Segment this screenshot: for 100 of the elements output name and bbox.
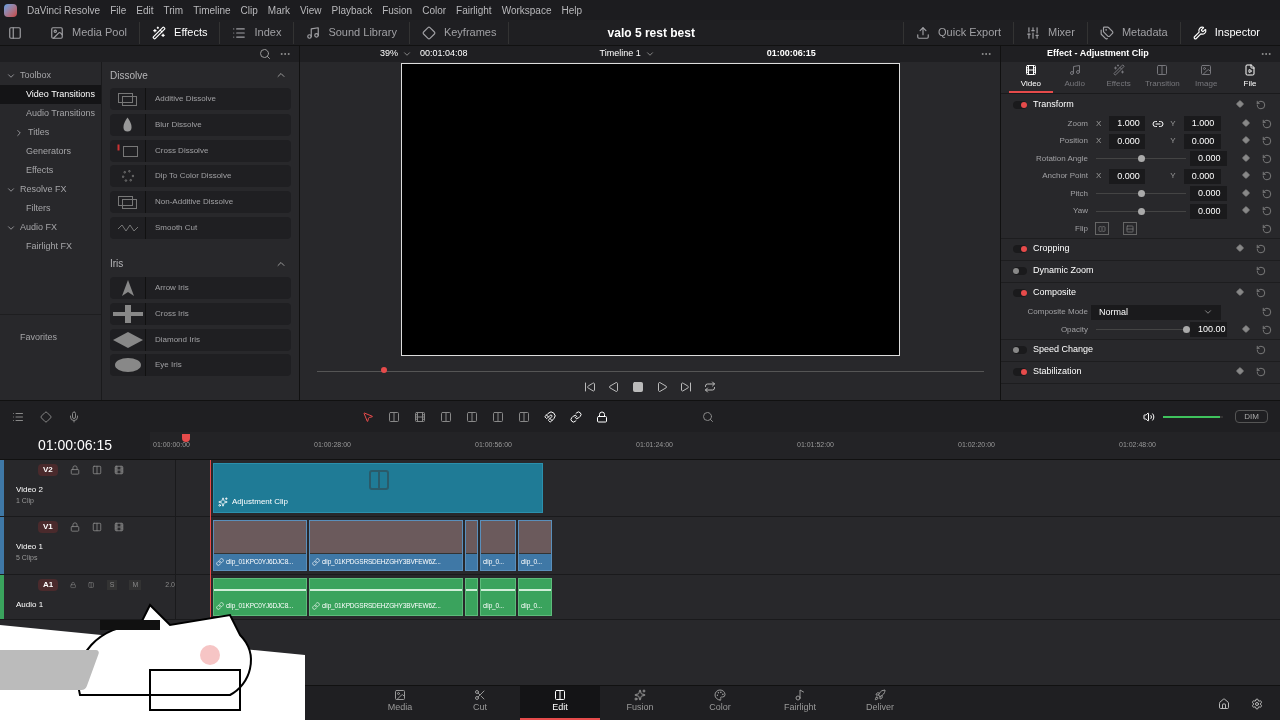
reset-icon[interactable] [1262, 136, 1272, 147]
page-tab[interactable]: Deliver [840, 686, 920, 720]
reset-icon[interactable] [1262, 118, 1272, 129]
menu-item[interactable]: Help [561, 2, 583, 18]
keyframe-icon[interactable] [1242, 324, 1250, 333]
tree-item[interactable]: Generators [0, 142, 101, 161]
toolbar-button[interactable]: Sound Library [294, 21, 410, 44]
toolbar-button[interactable]: Media Pool [38, 21, 141, 44]
timeline-name[interactable]: Timeline 1 [599, 47, 641, 61]
page-tab[interactable]: Fairlight [760, 686, 840, 720]
flip-horizontal-button[interactable] [1095, 222, 1109, 236]
pointer-icon[interactable] [362, 410, 374, 423]
dropdown-caret-icon[interactable] [644, 49, 655, 59]
section-title[interactable]: Stabilization [1033, 365, 1082, 379]
reset-icon[interactable] [1262, 188, 1272, 199]
toolbar-button[interactable]: Index [220, 21, 295, 44]
dim-button[interactable]: DIM [1235, 410, 1268, 423]
zoom-level[interactable]: 39% [380, 47, 398, 61]
toolbar-button[interactable]: Inspector [1179, 21, 1272, 44]
tree-item[interactable]: Resolve FX [0, 180, 101, 199]
transition-item[interactable]: Cross Iris [110, 302, 291, 325]
keyframe-icon[interactable] [1236, 99, 1244, 108]
reset-icon[interactable] [1262, 324, 1272, 335]
page-tab[interactable]: Color [680, 686, 760, 720]
transition-item[interactable]: Non-Additive Dissolve [110, 191, 291, 214]
x-field[interactable]: 0.000 [1109, 168, 1146, 184]
toolbar-button[interactable]: Mixer [1013, 21, 1087, 44]
page-tab[interactable]: Fusion [600, 686, 680, 720]
dropdown-caret-icon[interactable] [402, 49, 412, 59]
auto-select-icon[interactable] [91, 465, 102, 475]
auto-select-icon[interactable] [88, 580, 95, 590]
film-icon[interactable] [113, 465, 124, 475]
settings-icon[interactable] [1251, 698, 1263, 710]
transition-item[interactable]: Arrow Iris [110, 277, 291, 299]
search-icon[interactable] [259, 48, 271, 60]
volume-slider[interactable] [1163, 415, 1224, 418]
tree-item[interactable]: Toolbox [0, 66, 101, 85]
adjustment-clip[interactable]: Adjustment Clip [213, 463, 543, 513]
menu-item[interactable]: View [300, 2, 322, 18]
tree-item[interactable]: Filters [0, 199, 101, 218]
inspector-tab[interactable]: Video [1009, 62, 1053, 93]
go-to-start-icon[interactable] [584, 381, 596, 393]
page-tab[interactable]: Media [360, 686, 440, 720]
reset-icon[interactable] [1256, 288, 1266, 298]
transition-item[interactable]: Dip To Color Dissolve [110, 165, 291, 188]
microphone-icon[interactable] [68, 410, 80, 423]
section-title[interactable]: Composite [1033, 286, 1077, 300]
reset-icon[interactable] [1262, 206, 1272, 217]
toolbar-button[interactable]: Metadata [1086, 21, 1180, 44]
menu-item[interactable]: Clip [240, 2, 258, 18]
reset-icon[interactable] [1256, 266, 1266, 276]
section-toggle[interactable] [1013, 346, 1027, 354]
inspector-tab[interactable]: File [1228, 62, 1272, 93]
section-title[interactable]: Dynamic Zoom [1033, 264, 1094, 278]
keyframe-icon[interactable] [1236, 288, 1244, 296]
tree-item[interactable]: Audio Transitions [0, 104, 101, 123]
reset-icon[interactable] [1256, 345, 1266, 355]
transition-item[interactable]: Cross Dissolve [110, 139, 291, 162]
panel-toggle-icon[interactable] [8, 25, 22, 40]
home-icon[interactable] [1218, 698, 1230, 710]
transition-item[interactable]: Additive Dissolve [110, 88, 291, 110]
section-toggle[interactable] [1013, 267, 1027, 275]
list-icon[interactable] [12, 410, 24, 423]
section-title[interactable]: Transform [1033, 97, 1074, 112]
menu-item[interactable]: Fairlight [456, 2, 492, 18]
y-field[interactable]: 0.000 [1183, 168, 1221, 184]
zoom-icon[interactable] [702, 410, 714, 423]
volume-icon[interactable] [1143, 410, 1156, 423]
columns-icon[interactable] [466, 410, 478, 423]
tree-item[interactable]: Video Transitions [0, 85, 101, 104]
track-id-badge[interactable]: A1 [38, 579, 59, 591]
favorites-label[interactable]: Favorites [20, 332, 57, 342]
menu-item[interactable]: Timeline [193, 2, 231, 18]
transition-item[interactable]: Smooth Cut [110, 217, 291, 239]
reset-icon[interactable] [1262, 171, 1272, 182]
go-to-end-icon[interactable] [680, 381, 692, 393]
toolbar-button[interactable]: Quick Export [903, 21, 1013, 44]
tree-item[interactable]: Audio FX [0, 218, 101, 237]
play-reverse-icon[interactable] [608, 381, 620, 393]
reset-icon[interactable] [1256, 99, 1266, 110]
value-field[interactable]: 0.000 [1190, 203, 1227, 219]
menu-item[interactable]: Color [422, 2, 447, 18]
columns-icon[interactable] [492, 410, 504, 423]
auto-select-icon[interactable] [91, 522, 102, 532]
composite-mode-dropdown[interactable]: Normal [1091, 304, 1221, 320]
slider-thumb[interactable] [1138, 207, 1145, 215]
keyframe-icon[interactable] [1236, 244, 1244, 252]
keyframe-icon[interactable] [1236, 367, 1244, 375]
menu-item[interactable]: Workspace [501, 2, 552, 18]
slider-thumb[interactable] [1138, 155, 1145, 163]
tree-item[interactable]: Titles [0, 123, 101, 142]
menu-item[interactable]: Fusion [382, 2, 413, 18]
reset-icon[interactable] [1262, 223, 1272, 234]
magnet-icon[interactable] [544, 410, 556, 423]
reset-icon[interactable] [1256, 244, 1266, 254]
section-toggle[interactable] [1013, 245, 1027, 253]
film-icon[interactable] [414, 410, 426, 423]
toolbar-button[interactable]: Effects [140, 21, 221, 44]
stop-icon[interactable] [632, 381, 644, 393]
columns-icon[interactable] [440, 410, 452, 423]
